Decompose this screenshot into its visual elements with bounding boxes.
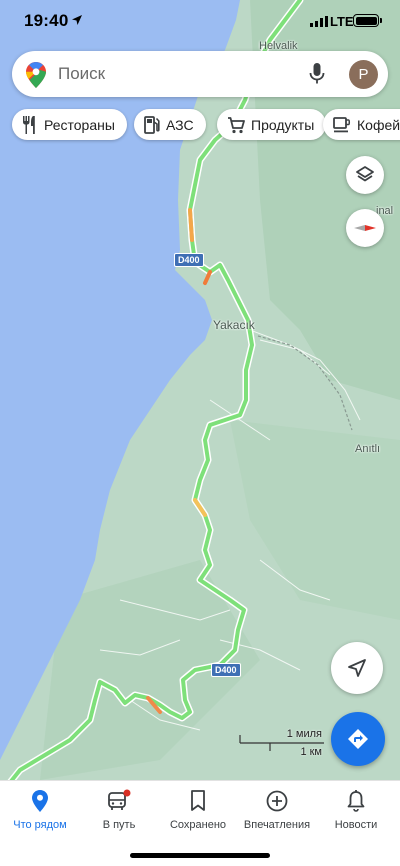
fork-knife-icon [23,115,35,134]
place-label-yakacik[interactable]: Yakacık [213,318,255,332]
chip-gas-stations[interactable]: АЗС [134,109,206,140]
tab-saved[interactable]: Сохранено [158,789,238,831]
status-bar: 19:40 LTE [0,0,400,44]
bell-icon [347,790,365,812]
chip-coffee[interactable]: Кофейн [323,109,400,140]
navigation-arrow-icon [348,659,366,677]
search-bar[interactable]: Поиск P [12,51,388,97]
compass-button[interactable] [346,209,384,247]
bookmark-icon [191,790,205,811]
network-label: LTE [330,14,354,29]
tab-explore[interactable]: Что рядом [0,789,80,831]
directions-icon [348,729,368,749]
cart-icon [228,116,245,133]
tab-contribute[interactable]: Впечатления [237,789,317,831]
scale-km-label: 1 км [300,746,322,758]
chip-restaurants[interactable]: Рестораны [12,109,127,140]
scale-miles-label: 1 миля [286,728,322,740]
place-label-anitli[interactable]: Anıtlı [355,443,380,455]
add-circle-icon [266,790,288,812]
road-shield-d400: D400 [174,253,204,267]
tab-go[interactable]: В путь [79,789,159,831]
chip-label: Кофейн [357,116,400,133]
commute-icon [108,789,131,810]
status-time: 19:40 [24,11,69,30]
chip-label: Рестораны [44,116,115,133]
location-pin-icon [32,790,48,812]
layers-icon [356,166,374,182]
chip-groceries[interactable]: Продукты [217,109,327,140]
map-scale: 1 миля 1 км [238,727,324,761]
home-indicator[interactable] [130,853,270,858]
signal-icon [310,16,328,27]
tab-label: Что рядом [13,819,67,831]
category-chips: Рестораны АЗС Продукты Кофейн [12,109,400,141]
my-location-button[interactable] [331,642,383,694]
tab-updates[interactable]: Новости [316,789,396,831]
tab-label: Впечатления [243,819,311,831]
search-input[interactable]: Поиск [58,64,105,84]
layers-button[interactable] [346,156,384,194]
road-shield-d400: D400 [211,663,241,677]
google-maps-logo-icon [26,62,46,88]
tab-label: Новости [334,819,378,831]
avatar[interactable]: P [349,60,378,89]
tab-label: В путь [102,819,136,831]
directions-button[interactable] [331,712,385,766]
chip-label: АЗС [166,116,194,133]
gas-station-icon [144,115,160,134]
tab-label: Сохранено [169,819,227,831]
microphone-icon[interactable] [309,63,325,85]
battery-icon [353,14,379,27]
coffee-icon [333,116,351,132]
compass-icon [354,225,376,231]
chip-label: Продукты [251,116,315,133]
location-arrow-icon [72,15,82,25]
